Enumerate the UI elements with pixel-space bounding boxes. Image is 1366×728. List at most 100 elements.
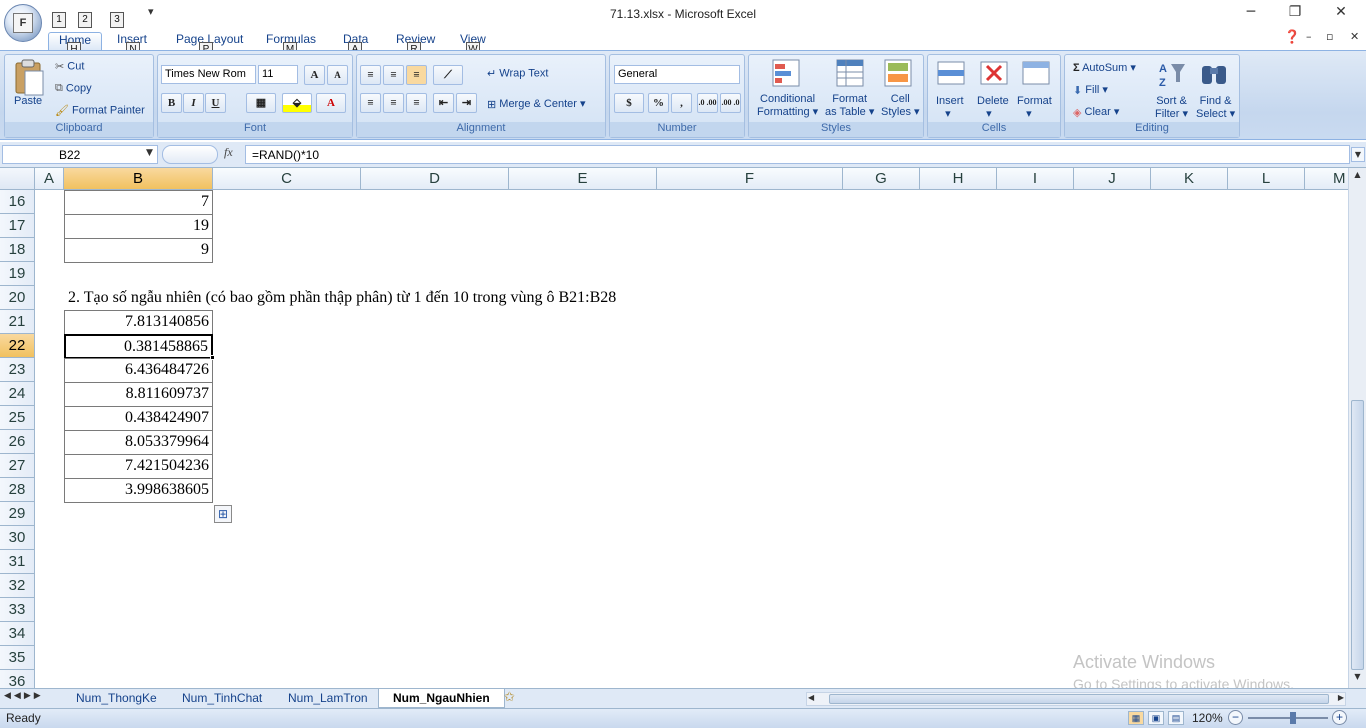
orientation-icon[interactable]: ⟋	[433, 65, 463, 85]
autosum-button[interactable]: Σ AutoSum ▾	[1073, 61, 1136, 74]
cell-b17[interactable]: 19	[64, 214, 213, 239]
italic-button[interactable]: I	[183, 93, 204, 113]
help-icon[interactable]: ❓	[1284, 30, 1300, 45]
zoom-slider-thumb[interactable]	[1290, 712, 1296, 724]
cell-b25[interactable]: 0.438424907	[64, 406, 213, 431]
page-layout-view-icon[interactable]: ▣	[1148, 711, 1164, 725]
horizontal-scrollbar[interactable]: ◀ ▶	[806, 692, 1346, 706]
sheet-tab-num-lamtron[interactable]: Num_LamTron	[274, 689, 382, 708]
column-header-c[interactable]: C	[213, 168, 361, 190]
sheet-tab-num-thongke[interactable]: Num_ThongKe	[62, 689, 171, 708]
normal-view-icon[interactable]: ▦	[1128, 711, 1144, 725]
row-header-21[interactable]: 21	[0, 310, 35, 334]
font-size-combo[interactable]: 11	[258, 65, 298, 84]
row-header-25[interactable]: 25	[0, 406, 35, 430]
cell-b27[interactable]: 7.421504236	[64, 454, 213, 479]
cell-b16[interactable]: 7	[64, 190, 213, 215]
vertical-scroll-thumb[interactable]	[1351, 400, 1364, 670]
fill-handle[interactable]	[210, 355, 215, 360]
align-middle-icon[interactable]: ≡	[383, 65, 404, 85]
delete-cells-button[interactable]: Delete ▾	[977, 95, 1009, 120]
insert-worksheet-icon[interactable]: ✩	[504, 690, 515, 705]
worksheet-grid[interactable]: A B C D E F G H I J K L M 16 17 18 19 20…	[0, 168, 1348, 688]
align-center-icon[interactable]: ≡	[383, 93, 404, 113]
qat-redo-keytip[interactable]: 3	[110, 12, 124, 28]
row-header-16[interactable]: 16	[0, 190, 35, 214]
cell-styles-button[interactable]: Cell Styles ▾	[881, 93, 920, 119]
sheet-tab-num-ngaunhien[interactable]: Num_NgauNhien	[378, 689, 505, 708]
align-left-icon[interactable]: ≡	[360, 93, 381, 113]
column-header-d[interactable]: D	[361, 168, 509, 190]
column-header-j[interactable]: J	[1074, 168, 1151, 190]
paste-options-icon[interactable]: ⊞	[214, 505, 232, 523]
column-header-h[interactable]: H	[920, 168, 997, 190]
font-name-combo[interactable]: Times New Rom	[161, 65, 256, 84]
office-button[interactable]: F	[4, 4, 42, 42]
row-header-19[interactable]: 19	[0, 262, 35, 286]
row-header-22[interactable]: 22	[0, 334, 35, 358]
copy-button[interactable]: ⧉ Copy	[55, 82, 92, 95]
sort-filter-button[interactable]: Sort & Filter ▾	[1155, 95, 1188, 121]
cell-b28[interactable]: 3.998638605	[64, 478, 213, 503]
format-painter-button[interactable]: 🖌 Format Painter	[55, 104, 145, 117]
row-header-29[interactable]: 29	[0, 502, 35, 526]
increase-decimal-button[interactable]: .0 .00	[697, 93, 718, 113]
find-select-button[interactable]: Find & Select ▾	[1196, 95, 1235, 121]
qat-customize-icon[interactable]: ▾	[148, 5, 154, 18]
align-bottom-icon[interactable]: ≡	[406, 65, 427, 85]
cell-b21[interactable]: 7.813140856	[64, 310, 213, 335]
column-header-i[interactable]: I	[997, 168, 1074, 190]
row-header-31[interactable]: 31	[0, 550, 35, 574]
align-right-icon[interactable]: ≡	[406, 93, 427, 113]
name-box-dropdown-icon[interactable]: ▼	[146, 148, 153, 158]
page-break-view-icon[interactable]: ▤	[1168, 711, 1184, 725]
column-header-e[interactable]: E	[509, 168, 657, 190]
row-header-26[interactable]: 26	[0, 430, 35, 454]
scroll-right-icon[interactable]: ▶	[1338, 693, 1344, 702]
qat-save-keytip[interactable]: 1	[52, 12, 66, 28]
percent-button[interactable]: %	[648, 93, 669, 113]
currency-icon[interactable]: $	[614, 93, 644, 113]
fill-color-icon[interactable]: ⬙	[282, 93, 312, 113]
row-header-24[interactable]: 24	[0, 382, 35, 406]
sheet-navigation-icon[interactable]: ◀◀▶▶	[4, 691, 44, 701]
clear-button[interactable]: ◈ Clear ▾	[1073, 105, 1119, 119]
cell-b26[interactable]: 8.053379964	[64, 430, 213, 455]
comma-button[interactable]: ,	[671, 93, 692, 113]
cell-a20[interactable]: 2. Tạo số ngẫu nhiên (có bao gồm phần th…	[68, 289, 616, 307]
paste-button[interactable]: Paste	[14, 95, 42, 107]
cut-button[interactable]: ✂ Cut	[55, 60, 84, 73]
bold-button[interactable]: B	[161, 93, 182, 113]
column-header-l[interactable]: L	[1228, 168, 1305, 190]
vertical-scrollbar[interactable]: ▲ ▼	[1348, 168, 1366, 688]
grow-font-button[interactable]: A	[304, 65, 325, 85]
cell-b18[interactable]: 9	[64, 238, 213, 263]
decrease-indent-icon[interactable]: ⇤	[433, 93, 454, 113]
sheet-tab-num-tinhchat[interactable]: Num_TinhChat	[168, 689, 276, 708]
decrease-decimal-button[interactable]: .00 .0	[720, 93, 741, 113]
row-header-18[interactable]: 18	[0, 238, 35, 262]
restore-button[interactable]: ❐	[1280, 4, 1310, 24]
formula-bar-expand-handle[interactable]	[162, 145, 218, 164]
workbook-close-button[interactable]: ✕	[1350, 30, 1359, 43]
column-header-a[interactable]: A	[35, 168, 64, 190]
workbook-restore-button[interactable]: ▫	[1326, 30, 1333, 43]
scroll-down-icon[interactable]: ▼	[1350, 672, 1365, 686]
row-header-30[interactable]: 30	[0, 526, 35, 550]
cell-b22-active[interactable]: 0.381458865	[64, 334, 213, 359]
column-header-f[interactable]: F	[657, 168, 843, 190]
format-cells-button[interactable]: Format ▾	[1017, 95, 1052, 120]
select-all-corner[interactable]	[0, 168, 35, 190]
row-header-34[interactable]: 34	[0, 622, 35, 646]
zoom-slider-track[interactable]	[1248, 717, 1328, 719]
cell-b23[interactable]: 6.436484726	[64, 358, 213, 383]
borders-icon[interactable]: ▦	[246, 93, 276, 113]
expand-formula-bar-icon[interactable]: ▼	[1351, 147, 1365, 162]
minimize-button[interactable]: ─	[1236, 4, 1266, 24]
underline-button[interactable]: U	[205, 93, 226, 113]
scroll-left-icon[interactable]: ◀	[808, 693, 814, 702]
name-box[interactable]: B22	[2, 145, 158, 164]
fill-button[interactable]: ⬇ Fill ▾	[1073, 83, 1108, 97]
row-header-36[interactable]: 36	[0, 670, 35, 688]
qat-undo-keytip[interactable]: 2	[78, 12, 92, 28]
